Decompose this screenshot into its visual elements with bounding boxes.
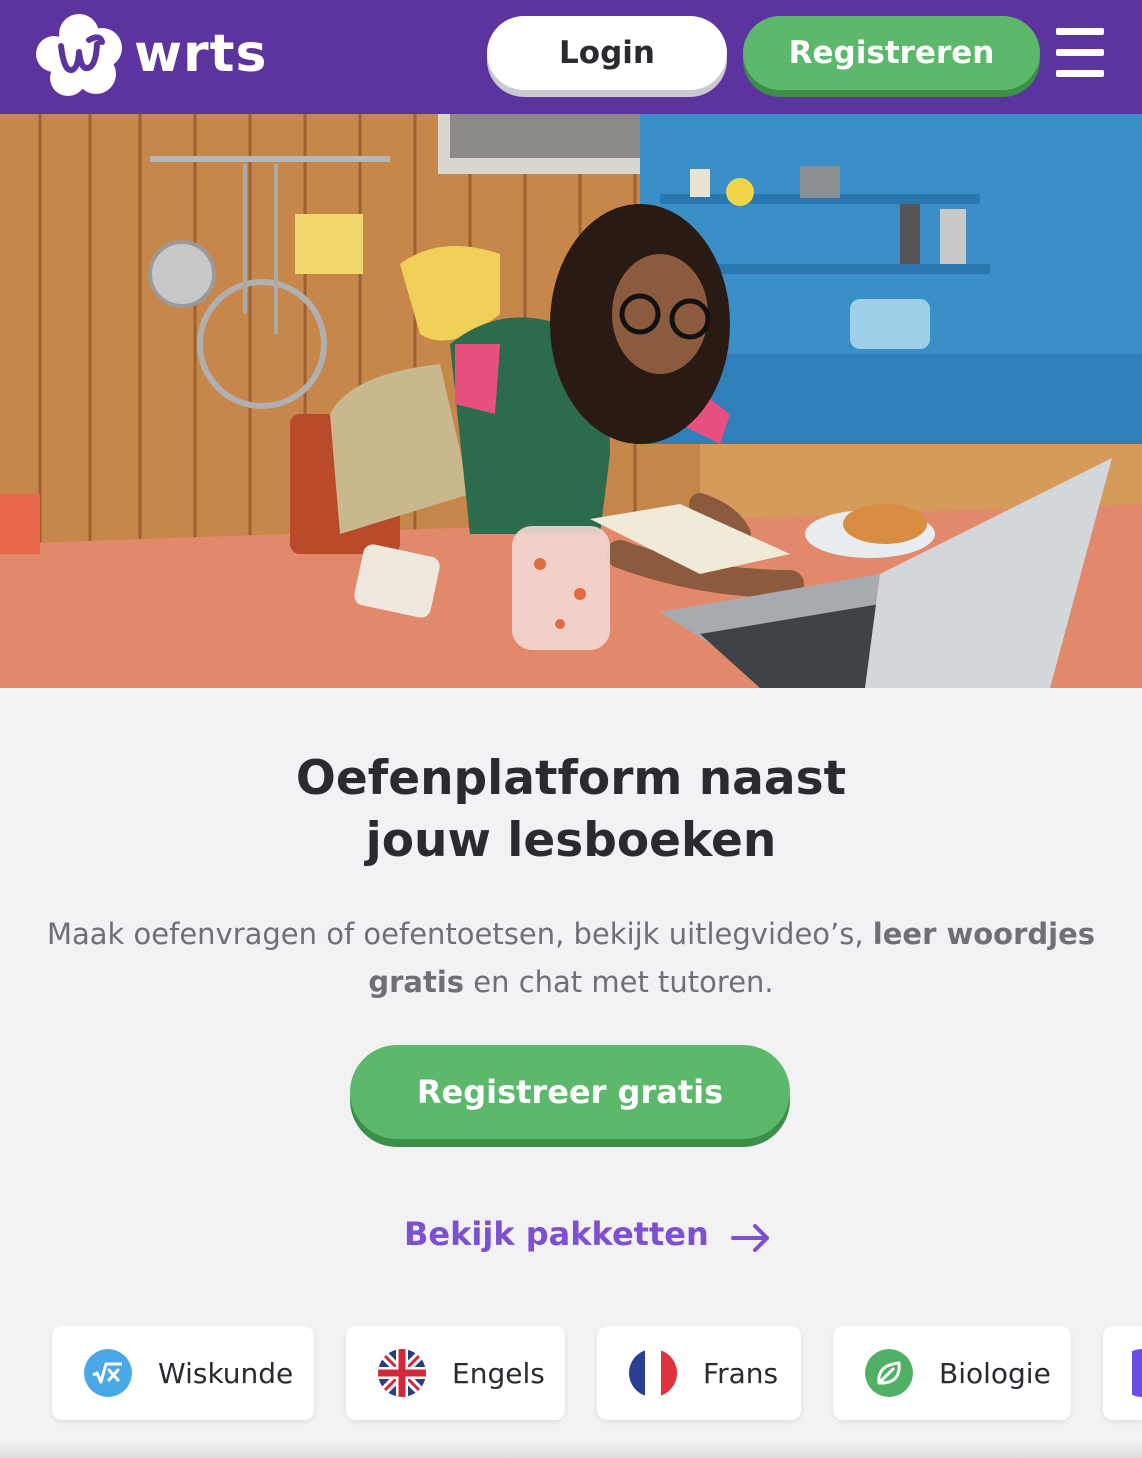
bottom-shadow	[0, 1440, 1142, 1458]
login-button[interactable]: Login	[487, 16, 727, 90]
hamburger-icon[interactable]	[1056, 28, 1104, 80]
wrts-logo-icon	[36, 14, 122, 96]
arrow-right-icon	[730, 1224, 769, 1252]
top-navbar: wrts Login Registreren	[0, 0, 1142, 114]
subject-label: Biologie	[939, 1356, 1051, 1390]
hamburger-line	[1056, 28, 1104, 35]
subtitle-part-1: Maak oefenvragen of oefentoetsen, bekijk…	[46, 917, 864, 951]
france-flag-icon	[629, 1349, 677, 1397]
subtitle: Maak oefenvragen of oefentoetsen, bekijk…	[40, 910, 1102, 1006]
subject-label: Frans	[703, 1356, 779, 1390]
view-packages-link[interactable]: Bekijk pakketten	[404, 1215, 771, 1253]
subject-chip-wiskunde[interactable]: Wiskunde	[52, 1326, 314, 1420]
wrts-logo[interactable]: wrts	[34, 10, 268, 98]
math-sqrt-icon	[84, 1349, 132, 1397]
view-packages-label: Bekijk pakketten	[404, 1215, 709, 1253]
subject-chip-frans[interactable]: Frans	[597, 1326, 801, 1420]
subject-label: Engels	[452, 1356, 545, 1390]
subject-chip-engels[interactable]: Engels	[346, 1326, 565, 1420]
subtitle-part-2: en chat met tutoren.	[473, 965, 774, 999]
subject-chip-partial[interactable]	[1103, 1326, 1142, 1420]
hero-illustration	[0, 114, 1142, 688]
page-title: Oefenplatform naast jouw lesboeken	[171, 748, 971, 872]
subject-chip-biologie[interactable]: Biologie	[833, 1326, 1071, 1420]
register-free-button[interactable]: Registreer gratis	[350, 1045, 790, 1139]
leaf-icon	[865, 1349, 913, 1397]
subject-label: Wiskunde	[158, 1356, 294, 1390]
logo-text: wrts	[134, 24, 268, 84]
partial-subject-icon	[1132, 1349, 1142, 1397]
hero-content: Oefenplatform naast jouw lesboeken Maak …	[0, 688, 1142, 1458]
headline-line-1: Oefenplatform naast	[295, 751, 847, 806]
register-button[interactable]: Registreren	[743, 16, 1040, 90]
hero-image	[0, 114, 1142, 688]
hamburger-line	[1056, 70, 1104, 77]
page: wrts Login Registreren Oefenplatform naa…	[0, 0, 1142, 1458]
headline-line-2: jouw lesboeken	[365, 813, 777, 868]
uk-flag-icon	[378, 1349, 426, 1397]
hamburger-line	[1056, 49, 1104, 56]
